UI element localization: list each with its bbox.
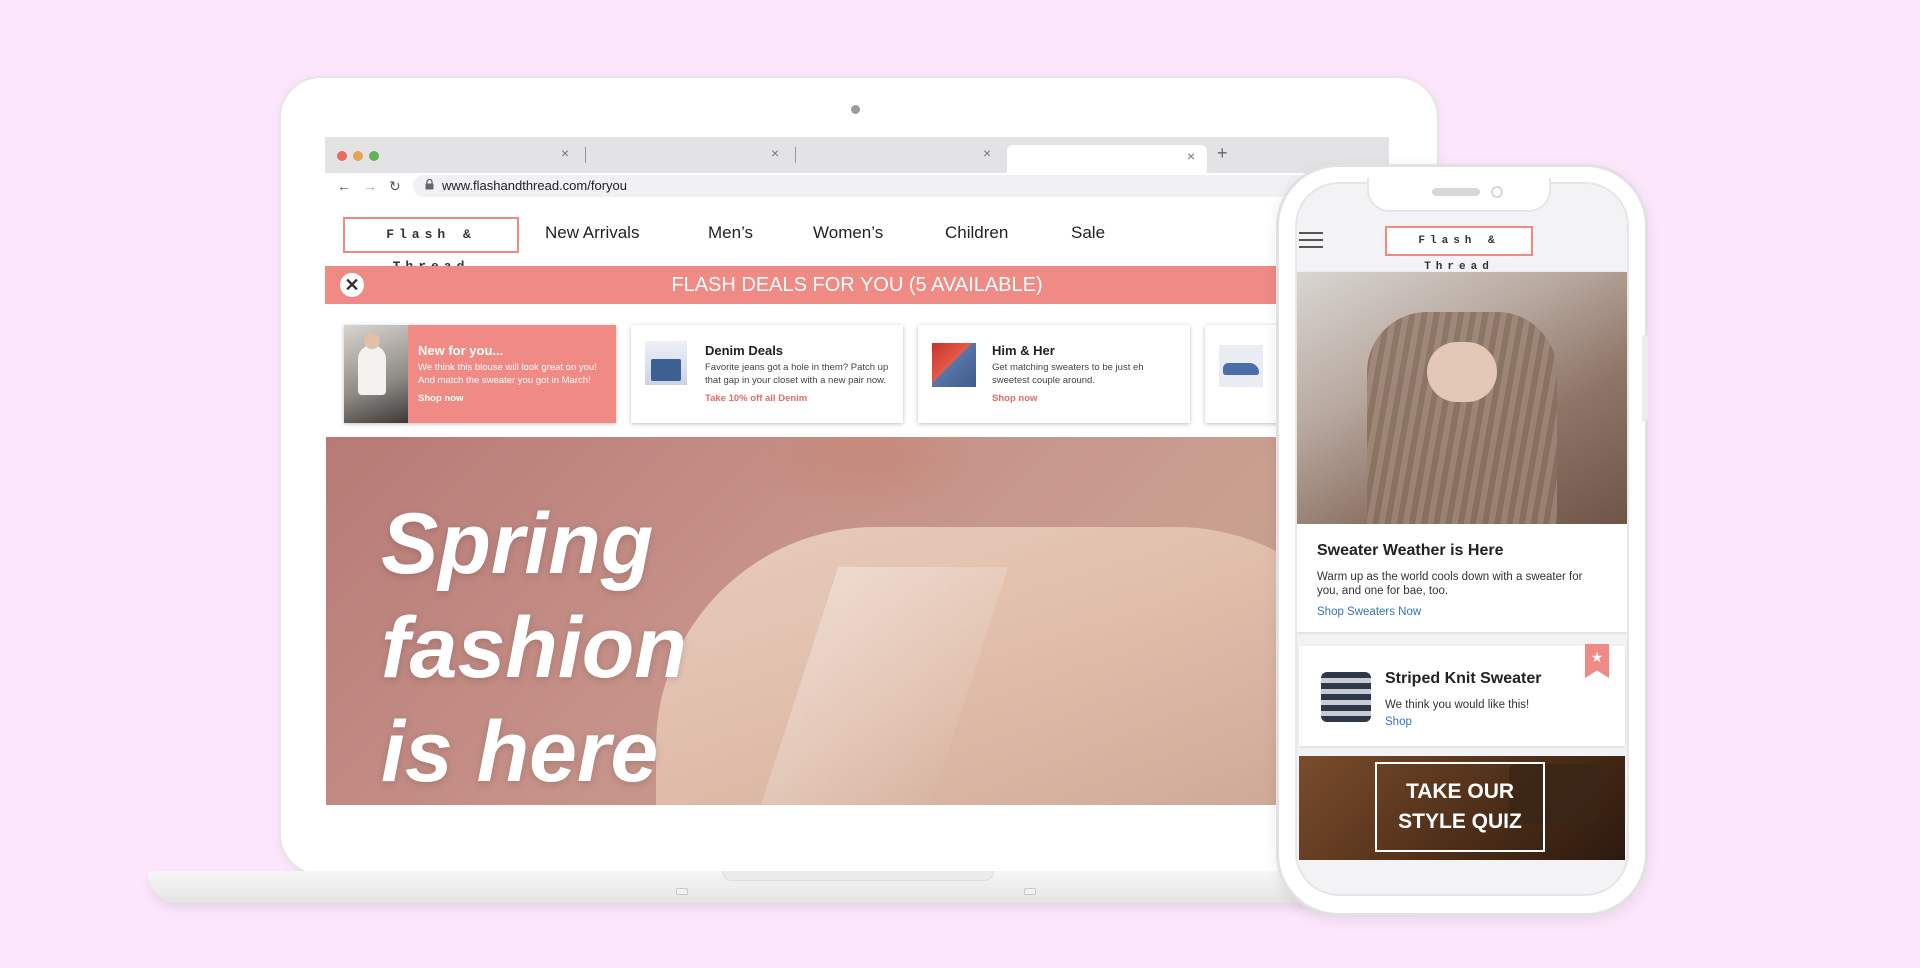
hero-line: is here — [381, 704, 659, 800]
browser-address-bar: ← → ↻ www.flashandthread.com/foryou — [325, 173, 1389, 202]
active-tab[interactable]: × — [1007, 145, 1207, 173]
shop-link[interactable]: Shop — [1385, 716, 1412, 728]
bookmark-star-icon[interactable]: ★ — [1585, 644, 1609, 678]
nav-sale[interactable]: Sale — [1071, 223, 1105, 243]
reload-icon[interactable]: ↻ — [389, 178, 401, 195]
tab-close-icon[interactable]: × — [1187, 148, 1195, 164]
deal-description: Favorite jeans got a hole in them? Patch… — [705, 362, 889, 386]
sweater-feature-card[interactable]: Sweater Weather is Here Warm up as the w… — [1297, 272, 1627, 632]
blouse-image — [344, 325, 408, 423]
phone-speaker — [1432, 188, 1480, 196]
laptop-foot — [1024, 888, 1036, 895]
laptop-camera — [851, 105, 860, 114]
tab-close-icon[interactable]: × — [983, 145, 991, 161]
couple-sweaters-image — [932, 343, 976, 387]
nav-mens[interactable]: Men’s — [708, 223, 753, 243]
laptop-foot — [676, 888, 688, 895]
shop-sweaters-link[interactable]: Shop Sweaters Now — [1317, 606, 1421, 618]
tab-close-icon[interactable]: × — [771, 145, 779, 161]
url-field[interactable]: www.flashandthread.com/foryou — [413, 175, 1383, 197]
phone-front-camera — [1491, 186, 1503, 198]
recommendation-title: Striped Knit Sweater — [1385, 670, 1542, 687]
tab-separator — [795, 147, 796, 163]
hero-line: Spring — [381, 496, 654, 592]
shop-now-link[interactable]: Shop now — [418, 393, 463, 404]
feature-description: Warm up as the world cools down with a s… — [1317, 571, 1583, 597]
site-header: Flash & Thread New Arrivals Men’s Women’… — [325, 201, 1389, 274]
back-arrow-icon[interactable]: ← — [337, 178, 351, 194]
mobile-logo[interactable]: Flash & Thread — [1385, 226, 1533, 273]
nav-womens[interactable]: Women’s — [813, 223, 883, 243]
style-quiz-banner[interactable]: TAKE OUR STYLE QUIZ — [1299, 756, 1625, 860]
window-close-dot[interactable] — [337, 151, 347, 161]
deal-title: Him & Her — [992, 343, 1055, 358]
quiz-line: STYLE QUIZ — [1398, 810, 1522, 833]
site-logo[interactable]: Flash & Thread — [343, 217, 519, 274]
deal-card-new-for-you[interactable]: New for you... We think this blouse will… — [344, 325, 616, 423]
nav-new-arrivals[interactable]: New Arrivals — [545, 223, 639, 243]
striped-sweater-image — [1321, 672, 1371, 722]
forward-arrow-icon[interactable]: → — [363, 178, 377, 194]
deal-title: Denim Deals — [705, 343, 784, 358]
hero-headline: Spring fashion is here — [381, 492, 687, 804]
sweater-image — [1297, 272, 1627, 524]
deal-title: New for you... — [418, 343, 504, 358]
nav-children[interactable]: Children — [945, 223, 1008, 243]
window-maximize-dot[interactable] — [369, 151, 379, 161]
style-quiz-button[interactable]: TAKE OUR STYLE QUIZ — [1375, 762, 1545, 852]
quiz-line: TAKE OUR — [1405, 780, 1515, 803]
deal-description: Get matching sweaters to be just eh swee… — [992, 362, 1144, 386]
shoe-image — [1219, 345, 1263, 387]
hero-line: fashion — [381, 600, 687, 696]
shop-now-link[interactable]: Shop now — [992, 393, 1037, 404]
hero-banner[interactable]: Spring fashion is here — [326, 437, 1389, 805]
tab-close-icon[interactable]: × — [561, 145, 569, 161]
take-10-off-denim-link[interactable]: Take 10% off all Denim — [705, 393, 807, 404]
denim-image — [645, 341, 687, 385]
hamburger-menu-icon[interactable] — [1299, 232, 1323, 248]
hero-model-face — [746, 437, 986, 517]
phone-screen: Flash & Thread Sweater Weather is Here W… — [1295, 182, 1629, 896]
deal-description: We think this blouse will look great on … — [418, 362, 597, 386]
deal-card-denim[interactable]: Denim Deals Favorite jeans got a hole in… — [631, 325, 903, 423]
laptop-screen: × × × × + ← → ↻ www.flashandthread.com/f… — [325, 137, 1389, 805]
recommendation-description: We think you would like this! — [1385, 699, 1530, 711]
window-minimize-dot[interactable] — [353, 151, 363, 161]
recommendation-card[interactable]: Striped Knit Sweater We think you would … — [1299, 644, 1625, 746]
laptop-notch — [722, 871, 994, 881]
deal-card-him-and-her[interactable]: Him & Her Get matching sweaters to be ju… — [918, 325, 1190, 423]
lock-icon — [425, 179, 434, 190]
new-tab-icon[interactable]: + — [1217, 143, 1228, 164]
flash-deals-banner: ✕ FLASH DEALS FOR YOU (5 AVAILABLE) — [325, 266, 1389, 304]
browser-tab-bar: × × × × + — [325, 137, 1389, 173]
tab-separator — [585, 147, 586, 163]
feature-title: Sweater Weather is Here — [1317, 542, 1504, 559]
phone-side-button — [1642, 335, 1648, 421]
url-text: www.flashandthread.com/foryou — [442, 178, 627, 193]
banner-title: FLASH DEALS FOR YOU (5 AVAILABLE) — [671, 274, 1043, 296]
